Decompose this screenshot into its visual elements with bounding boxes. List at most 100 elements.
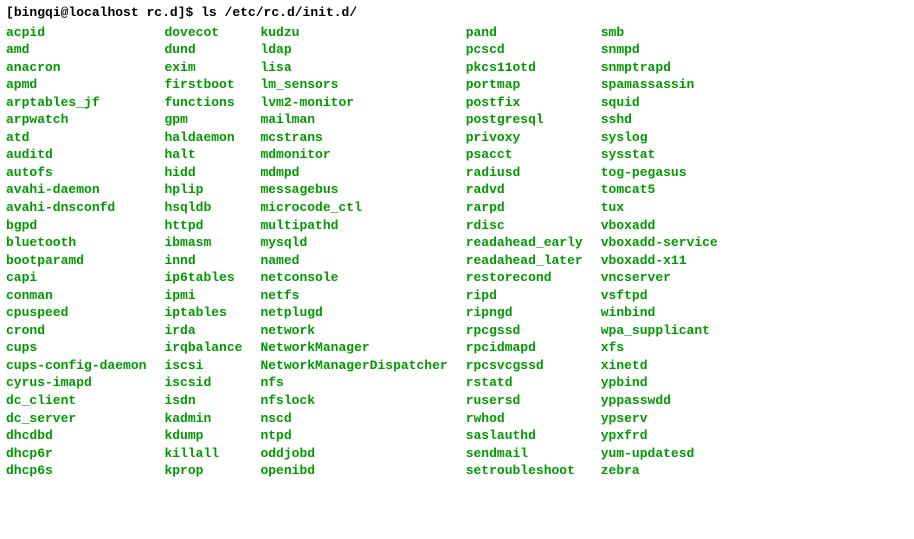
ls-entry: pand bbox=[466, 24, 583, 42]
ls-entry: readahead_later bbox=[466, 252, 583, 270]
ls-entry: winbind bbox=[601, 304, 718, 322]
ls-entry: rusersd bbox=[466, 392, 583, 410]
ls-entry: ip6tables bbox=[164, 269, 242, 287]
ls-entry: capi bbox=[6, 269, 146, 287]
ls-entry: gpm bbox=[164, 111, 242, 129]
ls-entry: snmptrapd bbox=[601, 59, 718, 77]
ls-entry: irda bbox=[164, 322, 242, 340]
ls-entry: oddjobd bbox=[260, 445, 447, 463]
prompt-user: bingqi bbox=[14, 5, 61, 20]
ls-entry: kadmin bbox=[164, 410, 242, 428]
ls-entry: yum-updatesd bbox=[601, 445, 718, 463]
ls-entry: autofs bbox=[6, 164, 146, 182]
prompt-host: localhost bbox=[68, 5, 138, 20]
ls-entry: psacct bbox=[466, 146, 583, 164]
ls-entry: rarpd bbox=[466, 199, 583, 217]
ls-entry: multipathd bbox=[260, 217, 447, 235]
ls-entry: syslog bbox=[601, 129, 718, 147]
ls-entry: xfs bbox=[601, 339, 718, 357]
ls-entry: lvm2-monitor bbox=[260, 94, 447, 112]
ls-entry: ypserv bbox=[601, 410, 718, 428]
ls-entry: mysqld bbox=[260, 234, 447, 252]
ls-entry: zebra bbox=[601, 462, 718, 480]
ls-entry: iscsi bbox=[164, 357, 242, 375]
prompt-dir: rc.d bbox=[146, 5, 177, 20]
ls-column: dovecotdundeximfirstbootfunctionsgpmhald… bbox=[164, 24, 242, 480]
ls-column: acpidamdanacronapmdarptables_jfarpwatcha… bbox=[6, 24, 146, 480]
ls-entry: openibd bbox=[260, 462, 447, 480]
ls-entry: kdump bbox=[164, 427, 242, 445]
ls-entry: NetworkManager bbox=[260, 339, 447, 357]
ls-entry: innd bbox=[164, 252, 242, 270]
ls-entry: dhcdbd bbox=[6, 427, 146, 445]
ls-entry: rwhod bbox=[466, 410, 583, 428]
ls-entry: killall bbox=[164, 445, 242, 463]
ls-entry: snmpd bbox=[601, 41, 718, 59]
ls-entry: vboxadd-service bbox=[601, 234, 718, 252]
ls-entry: yppasswdd bbox=[601, 392, 718, 410]
terminal-prompt-line: [bingqi@localhost rc.d]$ ls /etc/rc.d/in… bbox=[6, 4, 908, 22]
ls-entry: atd bbox=[6, 129, 146, 147]
ls-entry: smb bbox=[601, 24, 718, 42]
ls-entry: dhcp6r bbox=[6, 445, 146, 463]
ls-entry: sendmail bbox=[466, 445, 583, 463]
ls-entry: wpa_supplicant bbox=[601, 322, 718, 340]
ls-entry: bgpd bbox=[6, 217, 146, 235]
ls-entry: squid bbox=[601, 94, 718, 112]
ls-entry: radvd bbox=[466, 181, 583, 199]
ls-entry: readahead_early bbox=[466, 234, 583, 252]
ls-entry: radiusd bbox=[466, 164, 583, 182]
ls-entry: ripd bbox=[466, 287, 583, 305]
ls-entry: cpuspeed bbox=[6, 304, 146, 322]
ls-entry: ntpd bbox=[260, 427, 447, 445]
ls-entry: sshd bbox=[601, 111, 718, 129]
ls-entry: NetworkManagerDispatcher bbox=[260, 357, 447, 375]
ls-entry: ibmasm bbox=[164, 234, 242, 252]
ls-entry: crond bbox=[6, 322, 146, 340]
ls-entry: dovecot bbox=[164, 24, 242, 42]
ls-column: smbsnmpdsnmptrapdspamassassinsquidsshdsy… bbox=[601, 24, 718, 480]
ls-entry: anacron bbox=[6, 59, 146, 77]
ls-entry: nfs bbox=[260, 374, 447, 392]
ls-entry: portmap bbox=[466, 76, 583, 94]
ls-entry: postfix bbox=[466, 94, 583, 112]
ls-entry: firstboot bbox=[164, 76, 242, 94]
ls-entry: dund bbox=[164, 41, 242, 59]
ls-entry: hplip bbox=[164, 181, 242, 199]
ls-entry: lm_sensors bbox=[260, 76, 447, 94]
ls-entry: dhcp6s bbox=[6, 462, 146, 480]
ls-entry: hsqldb bbox=[164, 199, 242, 217]
ls-entry: netconsole bbox=[260, 269, 447, 287]
ls-entry: ldap bbox=[260, 41, 447, 59]
ls-entry: netfs bbox=[260, 287, 447, 305]
ls-entry: network bbox=[260, 322, 447, 340]
ls-entry: cups-config-daemon bbox=[6, 357, 146, 375]
ls-entry: exim bbox=[164, 59, 242, 77]
ls-entry: kudzu bbox=[260, 24, 447, 42]
ls-entry: ripngd bbox=[466, 304, 583, 322]
ls-entry: apmd bbox=[6, 76, 146, 94]
ls-entry: dc_client bbox=[6, 392, 146, 410]
ls-entry: xinetd bbox=[601, 357, 718, 375]
ls-entry: iptables bbox=[164, 304, 242, 322]
ls-entry: tog-pegasus bbox=[601, 164, 718, 182]
ls-entry: arpwatch bbox=[6, 111, 146, 129]
typed-command: ls /etc/rc.d/init.d/ bbox=[201, 5, 357, 20]
ls-entry: ypxfrd bbox=[601, 427, 718, 445]
ls-entry: lisa bbox=[260, 59, 447, 77]
ls-entry: ipmi bbox=[164, 287, 242, 305]
ls-entry: microcode_ctl bbox=[260, 199, 447, 217]
ls-entry: spamassassin bbox=[601, 76, 718, 94]
ls-entry: sysstat bbox=[601, 146, 718, 164]
ls-entry: httpd bbox=[164, 217, 242, 235]
ls-entry: avahi-dnsconfd bbox=[6, 199, 146, 217]
ls-entry: setroubleshoot bbox=[466, 462, 583, 480]
ls-entry: vsftpd bbox=[601, 287, 718, 305]
prompt-sign: $ bbox=[186, 5, 194, 20]
ls-entry: named bbox=[260, 252, 447, 270]
ls-entry: kprop bbox=[164, 462, 242, 480]
ls-entry: bluetooth bbox=[6, 234, 146, 252]
ls-entry: rstatd bbox=[466, 374, 583, 392]
ls-entry: haldaemon bbox=[164, 129, 242, 147]
ls-entry: netplugd bbox=[260, 304, 447, 322]
